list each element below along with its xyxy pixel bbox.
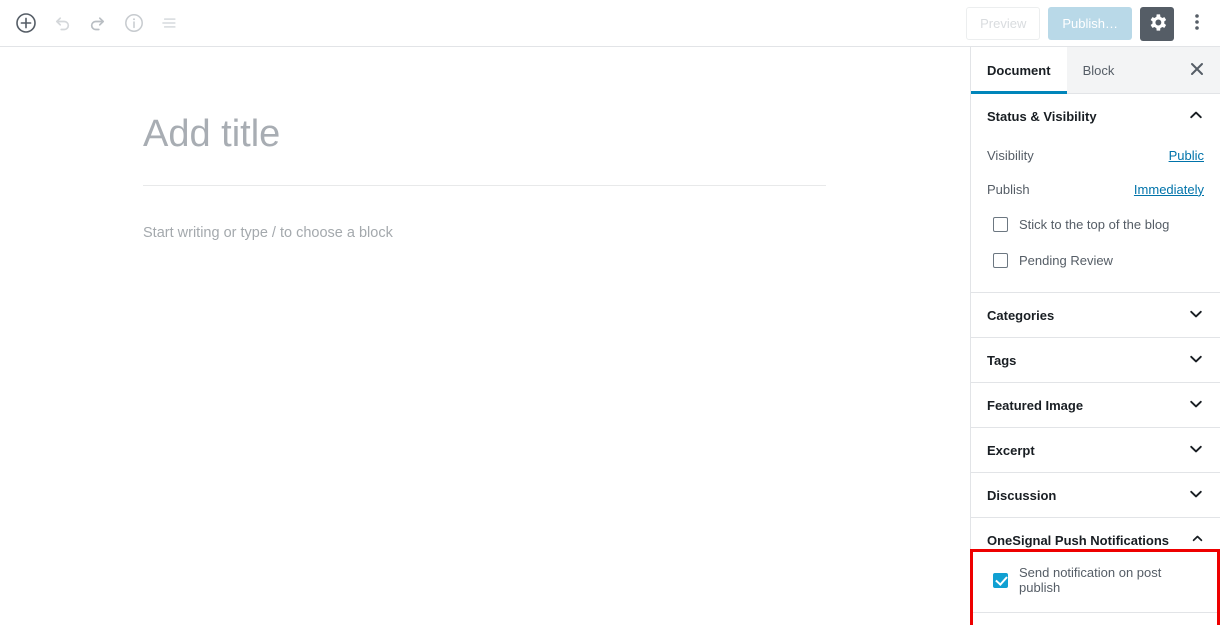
sticky-label[interactable]: Stick to the top of the blog bbox=[1019, 217, 1169, 232]
panel-status-visibility: Status & Visibility Visibility Public Pu… bbox=[971, 94, 1220, 293]
toolbar-right-group: Preview Publish… bbox=[966, 0, 1212, 47]
chevron-down-icon bbox=[1188, 306, 1204, 325]
row-publish: Publish Immediately bbox=[987, 172, 1204, 206]
panel-featured-image-title: Featured Image bbox=[987, 397, 1084, 413]
panel-onesignal-header[interactable]: OneSignal Push Notifications bbox=[971, 518, 1220, 562]
publish-label: Publish bbox=[987, 181, 1030, 197]
panel-onesignal-title: OneSignal Push Notifications bbox=[987, 532, 1170, 548]
panel-status-visibility-body: Visibility Public Publish Immediately St… bbox=[971, 138, 1220, 292]
row-visibility: Visibility Public bbox=[987, 138, 1204, 172]
visibility-value-link[interactable]: Public bbox=[1169, 148, 1204, 163]
add-block-button[interactable] bbox=[8, 5, 44, 41]
toolbar-left-group bbox=[0, 5, 188, 41]
block-navigation-button[interactable] bbox=[152, 5, 188, 41]
panel-discussion-title: Discussion bbox=[987, 487, 1057, 503]
info-icon bbox=[123, 12, 145, 34]
gear-icon bbox=[1148, 13, 1167, 35]
tab-document[interactable]: Document bbox=[971, 47, 1067, 94]
editor-canvas[interactable]: Add title Start writing or type / to cho… bbox=[0, 47, 970, 625]
more-options-button[interactable] bbox=[1182, 7, 1212, 41]
editor-toolbar: Preview Publish… bbox=[0, 0, 1220, 47]
panel-discussion-header[interactable]: Discussion bbox=[971, 473, 1220, 517]
close-sidebar-button[interactable] bbox=[1180, 53, 1214, 87]
chevron-up-icon bbox=[1191, 532, 1204, 548]
gutenberg-editor-window: Preview Publish… Add title Start writing… bbox=[0, 0, 1220, 625]
panel-categories: Categories bbox=[971, 293, 1220, 338]
undo-button[interactable] bbox=[44, 5, 80, 41]
row-sticky: Stick to the top of the blog bbox=[987, 206, 1204, 242]
chevron-down-icon bbox=[1188, 351, 1204, 370]
sticky-checkbox[interactable] bbox=[993, 216, 1008, 232]
undo-icon bbox=[51, 12, 73, 34]
panel-status-visibility-header[interactable]: Status & Visibility bbox=[971, 94, 1220, 138]
chevron-down-icon bbox=[1188, 441, 1204, 460]
post-body-input[interactable]: Start writing or type / to choose a bloc… bbox=[143, 222, 826, 245]
redo-icon bbox=[87, 12, 109, 34]
vertical-dots-icon bbox=[1194, 11, 1200, 36]
row-send-notification: Send notification on post publish bbox=[987, 562, 1204, 598]
content-structure-button[interactable] bbox=[116, 5, 152, 41]
settings-sidebar: Document Block Status & Visibility Visib… bbox=[970, 47, 1220, 625]
redo-button[interactable] bbox=[80, 5, 116, 41]
chevron-down-icon bbox=[1188, 486, 1204, 505]
block-navigation-icon bbox=[159, 12, 181, 34]
settings-button[interactable] bbox=[1140, 6, 1174, 41]
send-notification-checkbox[interactable] bbox=[993, 572, 1008, 588]
panel-featured-image: Featured Image bbox=[971, 383, 1220, 428]
panel-excerpt-title: Excerpt bbox=[987, 442, 1035, 458]
send-notification-label[interactable]: Send notification on post publish bbox=[1019, 565, 1204, 595]
tab-block[interactable]: Block bbox=[1067, 47, 1131, 93]
close-icon bbox=[1190, 62, 1204, 79]
add-block-icon bbox=[15, 12, 37, 34]
panel-status-visibility-title: Status & Visibility bbox=[987, 108, 1097, 124]
panel-onesignal-push-notifications: OneSignal Push Notifications Send notifi… bbox=[971, 518, 1220, 613]
panel-excerpt: Excerpt bbox=[971, 428, 1220, 473]
pending-review-checkbox[interactable] bbox=[993, 252, 1008, 268]
panel-featured-image-header[interactable]: Featured Image bbox=[971, 383, 1220, 427]
panel-tags-header[interactable]: Tags bbox=[971, 338, 1220, 382]
title-divider bbox=[143, 185, 826, 186]
sidebar-tab-bar: Document Block bbox=[971, 47, 1220, 94]
panel-excerpt-header[interactable]: Excerpt bbox=[971, 428, 1220, 472]
post-title-input[interactable]: Add title bbox=[143, 112, 826, 158]
panel-tags-title: Tags bbox=[987, 352, 1017, 368]
publish-value-link[interactable]: Immediately bbox=[1134, 182, 1204, 197]
publish-button[interactable]: Publish… bbox=[1048, 7, 1132, 40]
panel-categories-title: Categories bbox=[987, 307, 1055, 323]
row-pending-review: Pending Review bbox=[987, 242, 1204, 278]
preview-button[interactable]: Preview bbox=[966, 7, 1041, 40]
panel-discussion: Discussion bbox=[971, 473, 1220, 518]
chevron-up-icon bbox=[1188, 107, 1204, 126]
panel-categories-header[interactable]: Categories bbox=[971, 293, 1220, 337]
chevron-down-icon bbox=[1188, 396, 1204, 415]
panel-tags: Tags bbox=[971, 338, 1220, 383]
panel-onesignal-body: Send notification on post publish bbox=[971, 562, 1220, 612]
pending-review-label[interactable]: Pending Review bbox=[1019, 253, 1113, 268]
visibility-label: Visibility bbox=[987, 147, 1034, 163]
